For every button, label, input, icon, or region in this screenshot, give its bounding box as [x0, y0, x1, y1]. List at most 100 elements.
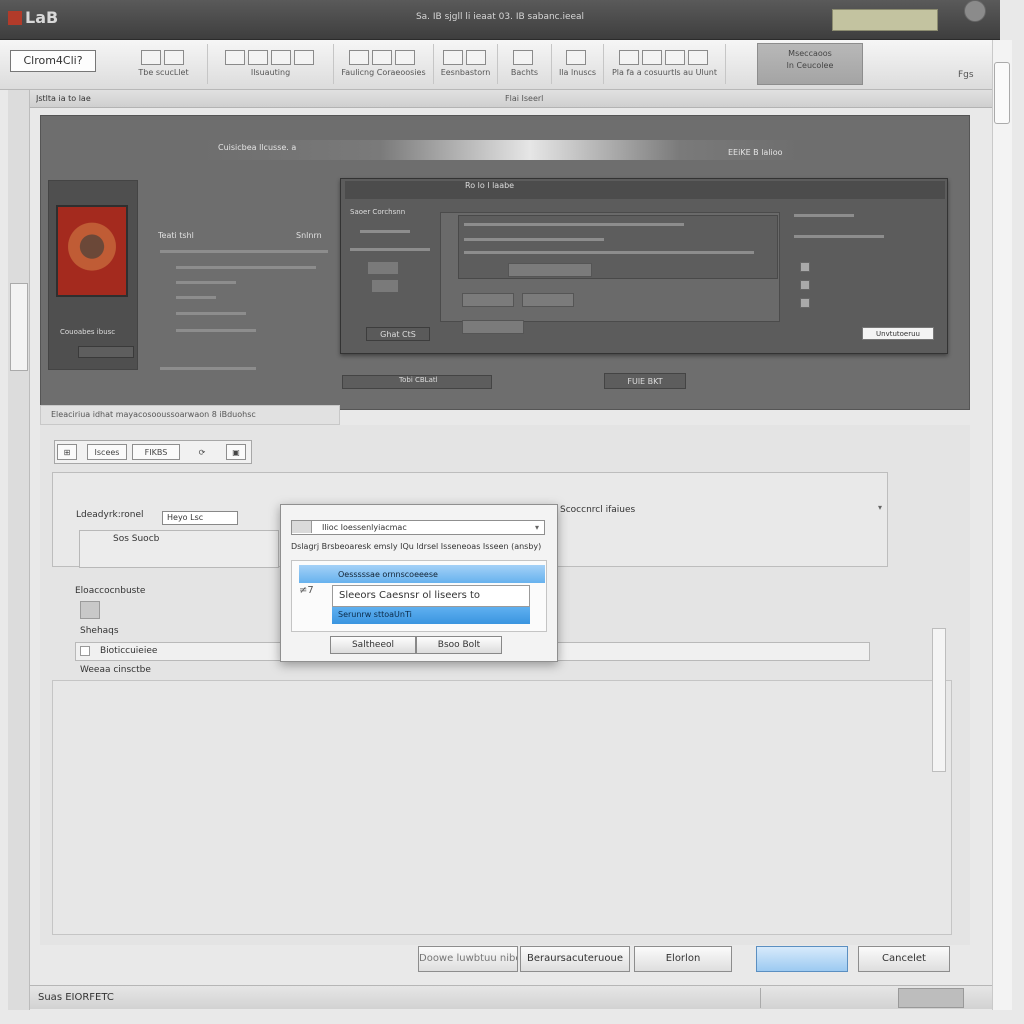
preview-line [350, 248, 430, 251]
title-search-field[interactable] [832, 9, 938, 31]
preview-status-field[interactable]: Tobi CBLatl [342, 375, 492, 389]
status-indicator[interactable] [898, 988, 964, 1008]
embedded-left-button[interactable]: Ghat CtS [366, 327, 430, 341]
preview-line [176, 281, 236, 284]
ribbon-group-label: Faulicng Coraeoosies [341, 68, 426, 77]
popup-select-button[interactable]: Saltheeol [330, 636, 416, 654]
list-caption: Shehaqs [80, 626, 119, 636]
popup-combobox[interactable]: Ilioc Ioessenlyiacmac [291, 520, 545, 535]
embedded-field[interactable] [462, 320, 524, 334]
ribbon-group-3[interactable]: Faulicng Coraeoosies [334, 44, 434, 84]
ribbon-button-icon [293, 50, 314, 65]
preview-line [176, 266, 316, 269]
preview-line [176, 329, 256, 332]
embedded-checkbox[interactable] [800, 280, 810, 290]
embedded-dialog-title: Ro lo l laabe [345, 181, 945, 199]
preview-path: Cuisicbea llcusse. a [218, 143, 297, 152]
sub-header-tab[interactable]: Flai Iseerl [505, 94, 565, 106]
preview-line [464, 238, 604, 241]
bottom-button-1[interactable]: Doowe luwbtuu nibe [418, 946, 518, 972]
breadcrumb[interactable]: Jstlta ia to lae [36, 94, 136, 106]
content-panel [52, 680, 952, 935]
chevron-down-icon[interactable]: ▾ [530, 521, 544, 534]
embedded-field[interactable] [462, 293, 514, 307]
ribbon-selected-label1: Mseccaoos [788, 49, 832, 58]
list-row-checkbox[interactable] [80, 646, 90, 656]
ribbon-button-icon [465, 50, 486, 65]
preview-line [464, 223, 684, 226]
ribbon-group-label: Tbe scucLlet [138, 68, 189, 77]
embedded-field[interactable] [522, 293, 574, 307]
scrollbar-thumb[interactable] [994, 62, 1010, 124]
window-icon-button[interactable]: ▣ [226, 444, 246, 460]
ribbon-group-1[interactable]: Tbe scucLlet [120, 44, 208, 84]
preview-right-label: EEiKE B lalioo [728, 148, 783, 157]
ribbon-group-label: Ilsuauting [250, 68, 291, 77]
field-input[interactable]: Heyo Lsc [162, 511, 238, 525]
logo-icon [8, 11, 22, 25]
ribbon-selected-label2: ln Ceucolee [786, 61, 834, 70]
toolbar-button[interactable]: Iscees [87, 444, 127, 460]
preview-status-button[interactable]: FUlE BKT [604, 373, 686, 389]
app-logo-text: LaB [25, 8, 59, 27]
close-button[interactable] [964, 0, 986, 22]
section-label: Eleaciriua idhat mayacosooussoarwaon 8 i… [40, 405, 340, 425]
left-side-strip [8, 90, 30, 1010]
embedded-checkbox[interactable] [800, 262, 810, 272]
grid-icon-button[interactable]: ⊞ [57, 444, 77, 460]
preview-line [176, 296, 216, 299]
home-tab[interactable]: Clrom4Cli? [10, 50, 96, 72]
left-side-tab[interactable] [10, 283, 28, 371]
bottom-button-3[interactable]: Elorlon [634, 946, 732, 972]
ribbon-group-7[interactable]: Pla fa a cosuurtls au Ulunt [604, 44, 726, 84]
ribbon-selected-group[interactable]: Mseccaoos ln Ceucolee [757, 43, 863, 85]
list-row-subtitle: Weeaa cinsctbe [80, 665, 151, 675]
ok-button[interactable] [756, 946, 848, 972]
ribbon-group-2[interactable]: Ilsuauting [208, 44, 334, 84]
popup-list-item[interactable]: Sleeors Caesnsr ol liseers to [332, 585, 530, 607]
embedded-ok-button[interactable]: Unvtutoeruu [862, 327, 934, 340]
bottom-button-2[interactable]: Beraursacuteruoue [520, 946, 630, 972]
window-title: Sa. IB sjgll li ieaat 03. IB sabanc.ieea… [415, 12, 585, 22]
ribbon-group-6[interactable]: Ila lnuscs [552, 44, 604, 84]
embedded-dialog-label: Saoer Corchsnn [350, 208, 406, 216]
ribbon-button-icon [349, 50, 369, 65]
preview-line [464, 251, 754, 254]
ribbon-button-icon [664, 50, 685, 65]
preview-line [360, 230, 410, 233]
embedded-small-field[interactable] [372, 280, 398, 292]
ribbon-button-icon [442, 50, 463, 65]
cancel-button[interactable]: Cancelet [858, 946, 950, 972]
popup-back-button[interactable]: Bsoo Bolt [416, 636, 502, 654]
profile-action-button[interactable] [78, 346, 134, 358]
embedded-field[interactable] [508, 263, 592, 277]
folder-icon [292, 521, 312, 533]
ribbon-button-icon [163, 50, 184, 65]
ribbon-help-link[interactable]: Fgs [958, 70, 984, 84]
ribbon-button-icon [513, 50, 533, 65]
status-bar [30, 985, 992, 1009]
ribbon-button-icon [224, 50, 245, 65]
status-separator [760, 988, 761, 1008]
arrow-icon: ≠7 [299, 585, 314, 596]
ribbon-button-icon [140, 50, 161, 65]
toolbar-button[interactable]: FIKBS [132, 444, 180, 460]
popup-list-item-selected[interactable]: Serunrw sttoaUnTi [332, 607, 530, 624]
list-thumbnail-icon[interactable] [80, 601, 100, 619]
portrait-caption: Couoabes ibusc [60, 328, 116, 336]
window-vertical-scrollbar[interactable] [992, 40, 1012, 1010]
list-label: Eloaccocnbuste [75, 586, 146, 596]
ribbon-group-4[interactable]: Eesnbastorn [434, 44, 498, 84]
embedded-small-field[interactable] [368, 262, 398, 274]
panel-scrollbar[interactable] [932, 628, 946, 772]
ribbon-group-label: Pla fa a cosuurtls au Ulunt [611, 68, 718, 77]
ribbon-group-5[interactable]: Bachts [498, 44, 552, 84]
refresh-icon[interactable]: ⟳ [192, 444, 212, 460]
subgroup-label: Sos Suocb [113, 534, 160, 544]
portrait-image[interactable] [56, 205, 128, 297]
ribbon-button-icon [566, 50, 586, 65]
preview-line [794, 235, 884, 238]
embedded-checkbox[interactable] [800, 298, 810, 308]
expand-icon[interactable]: ▾ [878, 503, 886, 512]
ribbon-button-icon [641, 50, 662, 65]
